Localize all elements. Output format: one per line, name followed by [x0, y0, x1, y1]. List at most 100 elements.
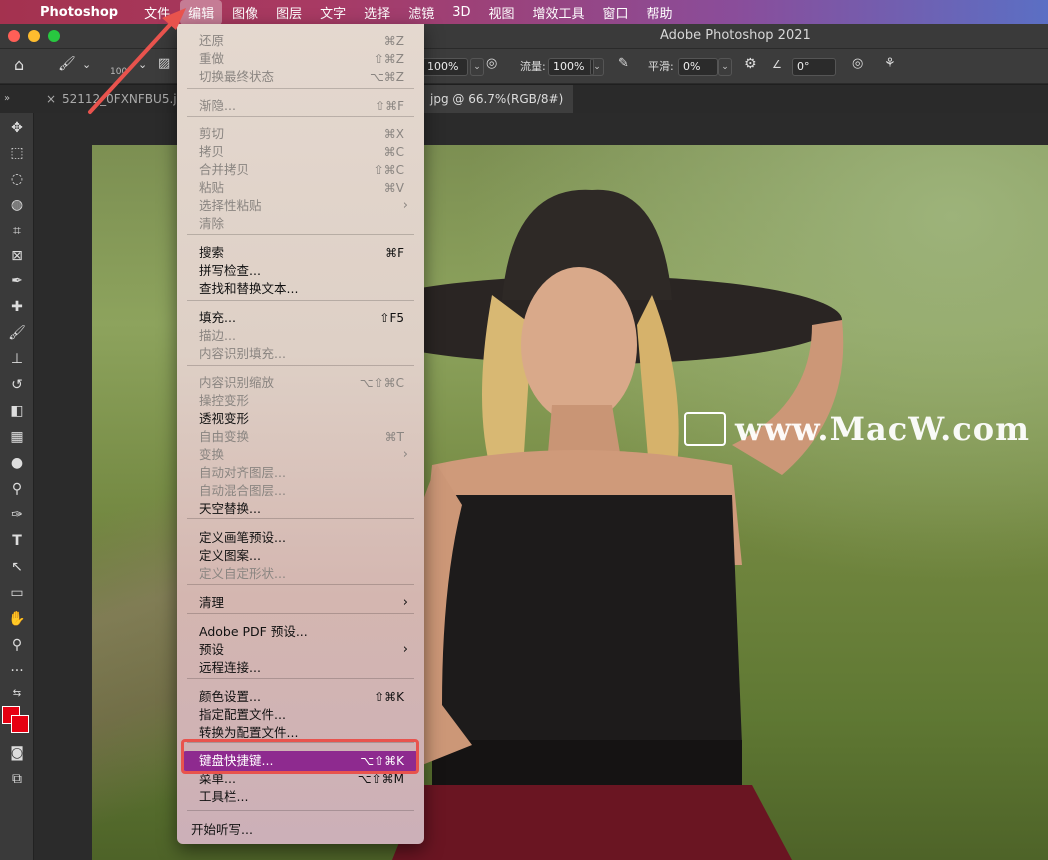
angle-field[interactable]: 0° — [792, 58, 836, 76]
menu-item-toolbar[interactable]: 工具栏... — [199, 788, 408, 806]
home-icon[interactable]: ⌂ — [14, 55, 24, 74]
more-tools-icon[interactable]: ··· — [7, 661, 27, 681]
eraser-tool-icon[interactable]: ◧ — [7, 401, 27, 421]
menu-3d[interactable]: 3D — [444, 2, 478, 23]
menu-item-paste-special[interactable]: 选择性粘贴 › — [199, 197, 408, 215]
menu-item-purge[interactable]: 清理 › — [199, 594, 408, 612]
dodge-tool-icon[interactable]: ⚲ — [7, 479, 27, 499]
menu-item-label: 工具栏... — [199, 789, 249, 804]
frame-tool-icon[interactable]: ⊠ — [7, 246, 27, 266]
menu-item-adobe-pdf-presets[interactable]: Adobe PDF 预设... — [199, 623, 408, 641]
menu-app-name[interactable]: Photoshop — [40, 5, 118, 20]
menu-plugins[interactable]: 增效工具 — [525, 0, 593, 25]
menu-item-search[interactable]: 搜索 ⌘F — [199, 244, 408, 262]
menu-item-auto-blend-layers[interactable]: 自动混合图层... — [199, 482, 408, 500]
tab-document-1[interactable]: 52112_0FXNFBU5.jpg — [62, 85, 192, 113]
menu-item-start-dictation[interactable]: 开始听写... — [191, 821, 408, 839]
menu-item-puppet-warp[interactable]: 操控变形 — [199, 392, 408, 410]
menu-filter[interactable]: 滤镜 — [400, 0, 442, 25]
menu-file[interactable]: 文件 — [136, 0, 178, 25]
flow-field[interactable]: 100% — [548, 58, 594, 76]
zoom-window-button[interactable] — [48, 30, 60, 42]
menu-item-transform[interactable]: 变换 › — [199, 446, 408, 464]
menu-item-content-aware-scale[interactable]: 内容识别缩放 ⌥⇧⌘C — [199, 374, 408, 392]
menu-view[interactable]: 视图 — [480, 0, 522, 25]
menu-item-copy[interactable]: 拷贝 ⌘C — [199, 143, 408, 161]
opacity-dropdown[interactable]: ⌄ — [470, 58, 484, 76]
close-tab-icon[interactable]: × — [46, 85, 56, 113]
menu-item-find-replace-text[interactable]: 查找和替换文本... — [199, 280, 408, 298]
menu-item-free-transform[interactable]: 自由变换 ⌘T — [199, 428, 408, 446]
menu-item-stroke[interactable]: 描边... — [199, 327, 408, 345]
shape-tool-icon[interactable]: ▭ — [7, 583, 27, 603]
menu-window[interactable]: 窗口 — [595, 0, 637, 25]
type-tool-icon[interactable]: T — [7, 531, 27, 551]
move-tool-icon[interactable]: ✥ — [7, 118, 27, 138]
menu-item-fill[interactable]: 填充... ⇧F5 — [199, 309, 408, 327]
screen-mode-icon[interactable]: ⧉ — [7, 769, 27, 789]
menu-item-define-brush-preset[interactable]: 定义画笔预设... — [199, 529, 408, 547]
menu-item-cut[interactable]: 剪切 ⌘X — [199, 125, 408, 143]
panel-collapse-icon[interactable]: » — [4, 85, 10, 113]
menu-item-toggle-last-state[interactable]: 切换最终状态 ⌥⌘Z — [199, 68, 408, 86]
background-color-swatch[interactable] — [11, 715, 29, 733]
symmetry-icon[interactable]: ⚘ — [884, 56, 896, 71]
path-select-tool-icon[interactable]: ↖ — [7, 557, 27, 577]
chevron-down-icon[interactable]: ⌄ — [138, 58, 147, 71]
zoom-tool-icon[interactable]: ⚲ — [7, 635, 27, 655]
history-brush-tool-icon[interactable]: ↺ — [7, 375, 27, 395]
menu-item-copy-merged[interactable]: 合并拷贝 ⇧⌘C — [199, 161, 408, 179]
menu-type[interactable]: 文字 — [312, 0, 354, 25]
menu-edit[interactable]: 编辑 — [180, 0, 223, 25]
opacity-field[interactable]: 100% — [422, 58, 468, 76]
menu-item-presets[interactable]: 预设 › — [199, 641, 408, 659]
brush-preset-icon[interactable]: 🖌 — [58, 56, 76, 72]
flow-dropdown[interactable]: ⌄ — [590, 58, 604, 76]
menu-item-perspective-warp[interactable]: 透视变形 — [199, 410, 408, 428]
menu-item-sky-replacement[interactable]: 天空替换... — [199, 500, 408, 518]
menu-item-content-aware-fill[interactable]: 内容识别填充... — [199, 345, 408, 363]
menu-image[interactable]: 图像 — [224, 0, 266, 25]
lasso-tool-icon[interactable]: ◌ — [7, 169, 27, 189]
swap-colors-icon[interactable]: ⇆ — [7, 684, 27, 704]
menu-item-undo[interactable]: 还原 ⌘Z — [199, 32, 408, 50]
smooth-field[interactable]: 0% — [678, 58, 718, 76]
hand-tool-icon[interactable]: ✋ — [7, 609, 27, 629]
menu-item-color-settings[interactable]: 颜色设置... ⇧⌘K — [199, 688, 408, 706]
menu-item-redo[interactable]: 重做 ⇧⌘Z — [199, 50, 408, 68]
eyedropper-tool-icon[interactable]: ✒ — [7, 271, 27, 291]
menu-item-auto-align-layers[interactable]: 自动对齐图层... — [199, 464, 408, 482]
menu-item-label: 操控变形 — [199, 393, 250, 408]
tab-document-2[interactable]: jpg @ 66.7%(RGB/8#) — [420, 85, 574, 113]
crop-tool-icon[interactable]: ⌗ — [7, 221, 27, 241]
healing-brush-tool-icon[interactable]: ✚ — [7, 297, 27, 317]
gear-icon[interactable]: ⚙ — [744, 56, 757, 72]
airbrush-icon[interactable]: ✎ — [618, 56, 629, 71]
menu-item-assign-profile[interactable]: 指定配置文件... — [199, 706, 408, 724]
menu-item-define-custom-shape[interactable]: 定义自定形状... — [199, 565, 408, 583]
menu-item-define-pattern[interactable]: 定义图案... — [199, 547, 408, 565]
pressure-size-icon[interactable]: ◎ — [852, 56, 863, 71]
stamp-tool-icon[interactable]: ⊥ — [7, 349, 27, 369]
menu-item-paste[interactable]: 粘贴 ⌘V — [199, 179, 408, 197]
brush-panel-icon[interactable]: ▨ — [158, 56, 170, 71]
pressure-opacity-icon[interactable]: ◎ — [486, 56, 497, 71]
chevron-down-icon[interactable]: ⌄ — [82, 58, 91, 71]
blur-tool-icon[interactable]: ● — [7, 453, 27, 473]
close-window-button[interactable] — [8, 30, 20, 42]
minimize-window-button[interactable] — [28, 30, 40, 42]
gradient-tool-icon[interactable]: ▦ — [7, 427, 27, 447]
pen-tool-icon[interactable]: ✑ — [7, 505, 27, 525]
smooth-dropdown[interactable]: ⌄ — [718, 58, 732, 76]
menu-item-remote-connections[interactable]: 远程连接... — [199, 659, 408, 677]
quick-select-tool-icon[interactable]: ◍ — [7, 195, 27, 215]
quick-mask-icon[interactable]: ◙ — [7, 743, 27, 763]
menu-layer[interactable]: 图层 — [268, 0, 310, 25]
menu-help[interactable]: 帮助 — [639, 0, 681, 25]
menu-item-fade[interactable]: 渐隐... ⇧⌘F — [199, 97, 408, 115]
menu-select[interactable]: 选择 — [356, 0, 398, 25]
brush-tool-icon[interactable]: 🖌 — [7, 323, 27, 343]
marquee-tool-icon[interactable]: ⬚ — [7, 143, 27, 163]
menu-item-clear[interactable]: 清除 — [199, 215, 408, 233]
menu-item-spell-check[interactable]: 拼写检查... — [199, 262, 408, 280]
